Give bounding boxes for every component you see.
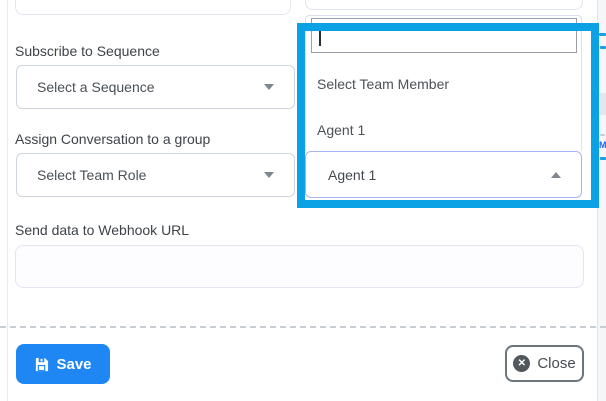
caret-down-icon — [264, 172, 274, 178]
save-button[interactable]: Save — [16, 344, 110, 384]
webhook-url-label: Send data to Webhook URL — [15, 222, 189, 238]
subscribe-sequence-value: Select a Sequence — [17, 79, 264, 95]
webhook-url-input[interactable] — [15, 245, 584, 288]
modal-dialog: M Subscribe to Sequence Select a Sequenc… — [0, 0, 606, 401]
page-fragment-text: M — [599, 140, 606, 150]
caret-down-icon — [264, 84, 274, 90]
close-button-label: Close — [537, 355, 575, 372]
page-fragment-block — [599, 93, 606, 115]
assign-group-select[interactable]: Select Team Role — [16, 153, 295, 197]
save-button-label: Save — [56, 356, 91, 373]
subscribe-sequence-label: Subscribe to Sequence — [15, 43, 160, 59]
modal-left-border — [7, 0, 8, 401]
page-fragment-dash — [600, 46, 606, 49]
footer-divider — [0, 326, 606, 328]
circle-x-icon: ✕ — [513, 355, 530, 372]
close-button[interactable]: ✕ Close — [505, 345, 584, 382]
assign-group-label: Assign Conversation to a group — [15, 131, 210, 147]
page-fragment-dash — [599, 33, 606, 36]
top-left-input-partial[interactable] — [15, 0, 291, 15]
page-fragment-dash — [600, 134, 605, 136]
subscribe-sequence-select[interactable]: Select a Sequence — [16, 65, 295, 109]
assign-group-value: Select Team Role — [17, 167, 264, 183]
highlight-box — [297, 23, 599, 208]
floppy-disk-icon — [34, 357, 49, 372]
top-right-input-partial[interactable] — [305, 0, 583, 10]
page-fragment-dash — [600, 157, 606, 160]
